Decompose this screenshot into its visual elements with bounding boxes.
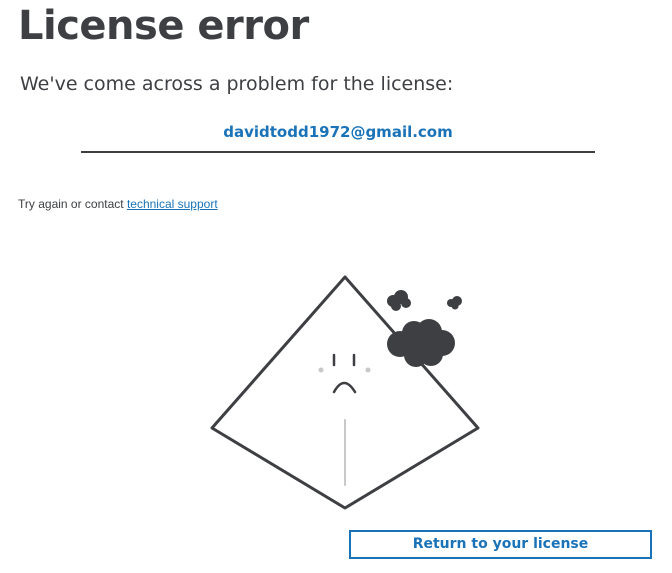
error-message: We've come across a problem for the lice… [20, 73, 454, 95]
license-email: davidtodd1972@gmail.com [223, 123, 453, 141]
help-text-prefix: Try again or contact [18, 197, 127, 211]
return-to-license-button[interactable]: Return to your license [349, 530, 652, 559]
technical-support-link[interactable]: technical support [127, 197, 218, 211]
right-cheek [365, 367, 371, 373]
smoke-cloud-large [387, 319, 455, 367]
frown-mouth [332, 381, 357, 394]
page-title: License error [18, 3, 309, 49]
email-divider [81, 151, 595, 153]
smoke-puff-small [387, 290, 411, 311]
left-cheek [318, 367, 324, 373]
help-text: Try again or contact technical support [18, 196, 218, 212]
smoke-puff-tiny [447, 296, 462, 310]
sad-diamond-with-smoke-icon [210, 275, 480, 510]
